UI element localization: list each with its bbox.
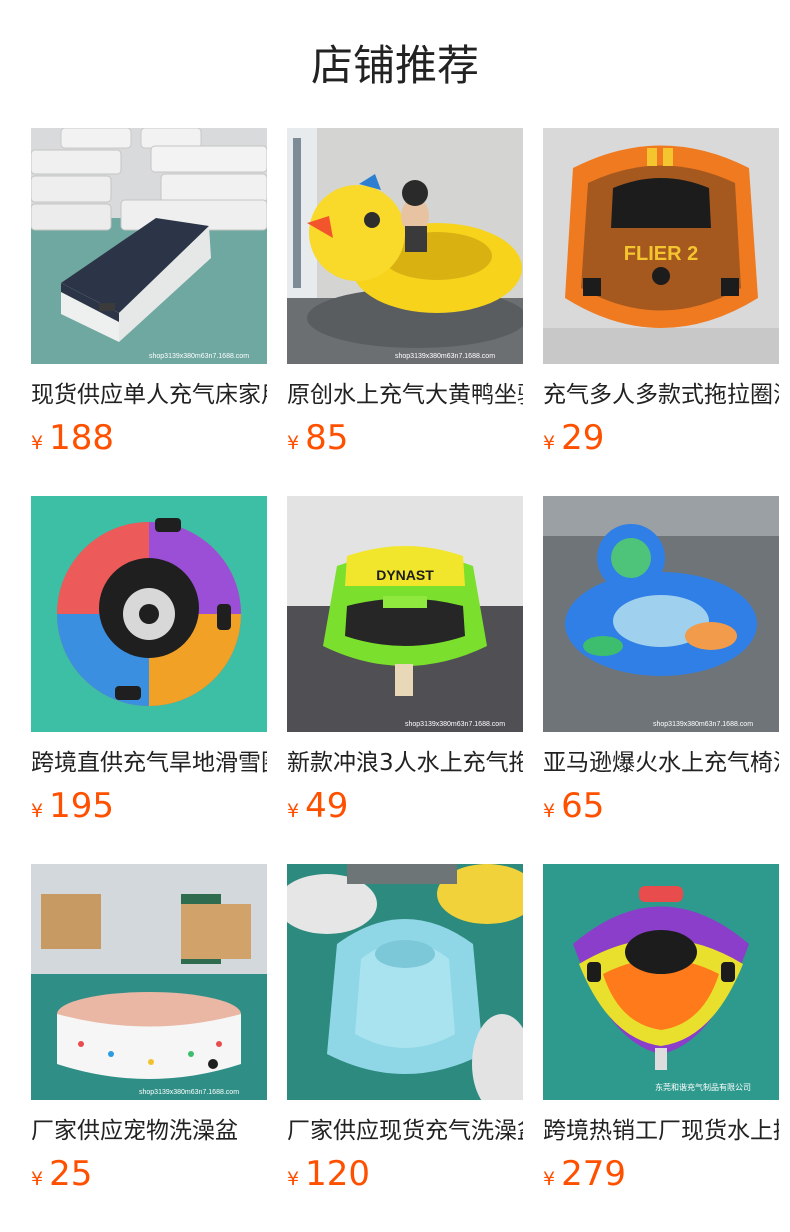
price-amount: 25	[49, 1154, 93, 1194]
product-image[interactable]	[287, 864, 523, 1100]
image-watermark: shop3139x380m63n7.1688.com	[405, 721, 505, 728]
currency-symbol: ¥	[31, 800, 44, 822]
product-name[interactable]: 充气多人多款式拖拉圈滑水圈	[543, 380, 779, 410]
product-card[interactable]: 厂家供应现货充气洗澡盆 ¥120	[287, 864, 523, 1232]
product-price: ¥65	[543, 786, 779, 826]
image-watermark: shop3139x380m63n7.1688.com	[149, 353, 249, 360]
product-price: ¥188	[31, 418, 267, 458]
product-image[interactable]: shop3139x380m63n7.1688.com	[31, 128, 267, 364]
product-image[interactable]	[31, 496, 267, 732]
currency-symbol: ¥	[543, 800, 556, 822]
price-amount: 65	[561, 786, 605, 826]
currency-symbol: ¥	[287, 432, 300, 454]
product-card[interactable]: shop3139x380m63n7.1688.com 厂家供应宠物洗澡盆 ¥25	[31, 864, 267, 1232]
product-name[interactable]: 厂家供应宠物洗澡盆	[31, 1116, 267, 1146]
product-name[interactable]: 跨境直供充气旱地滑雪圈	[31, 748, 267, 778]
currency-symbol: ¥	[31, 432, 44, 454]
product-card[interactable]: FLIER 2 充气多人多款式拖拉圈滑水圈 ¥29	[543, 128, 779, 496]
product-image[interactable]: shop3139x380m63n7.1688.com	[31, 864, 267, 1100]
product-price: ¥195	[31, 786, 267, 826]
product-grid: shop3139x380m63n7.1688.com 现货供应单人充气床家用充气…	[31, 128, 779, 1232]
product-name[interactable]: 现货供应单人充气床家用充气床垫	[31, 380, 267, 410]
currency-symbol: ¥	[543, 432, 556, 454]
image-watermark: shop3139x380m63n7.1688.com	[653, 721, 753, 728]
product-card[interactable]: shop3139x380m63n7.1688.com 亚马逊爆火水上充气椅泳圈 …	[543, 496, 779, 864]
image-watermark: shop3139x380m63n7.1688.com	[139, 1089, 239, 1096]
product-name[interactable]: 新款冲浪3人水上充气拖拉圈	[287, 748, 523, 778]
product-card[interactable]: shop3139x380m63n7.1688.com 现货供应单人充气床家用充气…	[31, 128, 267, 496]
product-card[interactable]: 跨境直供充气旱地滑雪圈 ¥195	[31, 496, 267, 864]
price-amount: 120	[305, 1154, 370, 1194]
price-amount: 85	[305, 418, 349, 458]
product-name[interactable]: 亚马逊爆火水上充气椅泳圈	[543, 748, 779, 778]
product-name[interactable]: 原创水上充气大黄鸭坐骑泳圈	[287, 380, 523, 410]
price-amount: 49	[305, 786, 349, 826]
product-price: ¥25	[31, 1154, 267, 1194]
price-amount: 29	[561, 418, 605, 458]
product-image[interactable]: shop3139x380m63n7.1688.com	[543, 496, 779, 732]
price-amount: 188	[49, 418, 114, 458]
product-name[interactable]: 跨境热销工厂现货水上拖拉圈	[543, 1116, 779, 1146]
svg-text:DYNAST: DYNAST	[376, 567, 434, 583]
product-image[interactable]: shop3139x380m63n7.1688.com	[287, 128, 523, 364]
svg-text:FLIER 2: FLIER 2	[624, 243, 698, 265]
currency-symbol: ¥	[543, 1168, 556, 1190]
price-amount: 279	[561, 1154, 626, 1194]
image-watermark: shop3139x380m63n7.1688.com	[395, 353, 495, 360]
product-card[interactable]: DYNAST shop3139x380m63n7.1688.com 新款冲浪3人…	[287, 496, 523, 864]
image-watermark: 东莞和谐充气制品有限公司	[655, 1082, 751, 1092]
product-name[interactable]: 厂家供应现货充气洗澡盆	[287, 1116, 523, 1146]
currency-symbol: ¥	[287, 1168, 300, 1190]
product-price: ¥49	[287, 786, 523, 826]
product-image[interactable]: FLIER 2	[543, 128, 779, 364]
product-price: ¥279	[543, 1154, 779, 1194]
product-image[interactable]: 东莞和谐充气制品有限公司	[543, 864, 779, 1100]
currency-symbol: ¥	[31, 1168, 44, 1190]
product-card[interactable]: 东莞和谐充气制品有限公司 跨境热销工厂现货水上拖拉圈 ¥279	[543, 864, 779, 1232]
product-image[interactable]: DYNAST shop3139x380m63n7.1688.com	[287, 496, 523, 732]
price-amount: 195	[49, 786, 114, 826]
product-price: ¥85	[287, 418, 523, 458]
product-price: ¥29	[543, 418, 779, 458]
currency-symbol: ¥	[287, 800, 300, 822]
page-title: 店铺推荐	[310, 41, 479, 90]
product-price: ¥120	[287, 1154, 523, 1194]
product-card[interactable]: shop3139x380m63n7.1688.com 原创水上充气大黄鸭坐骑泳圈…	[287, 128, 523, 496]
